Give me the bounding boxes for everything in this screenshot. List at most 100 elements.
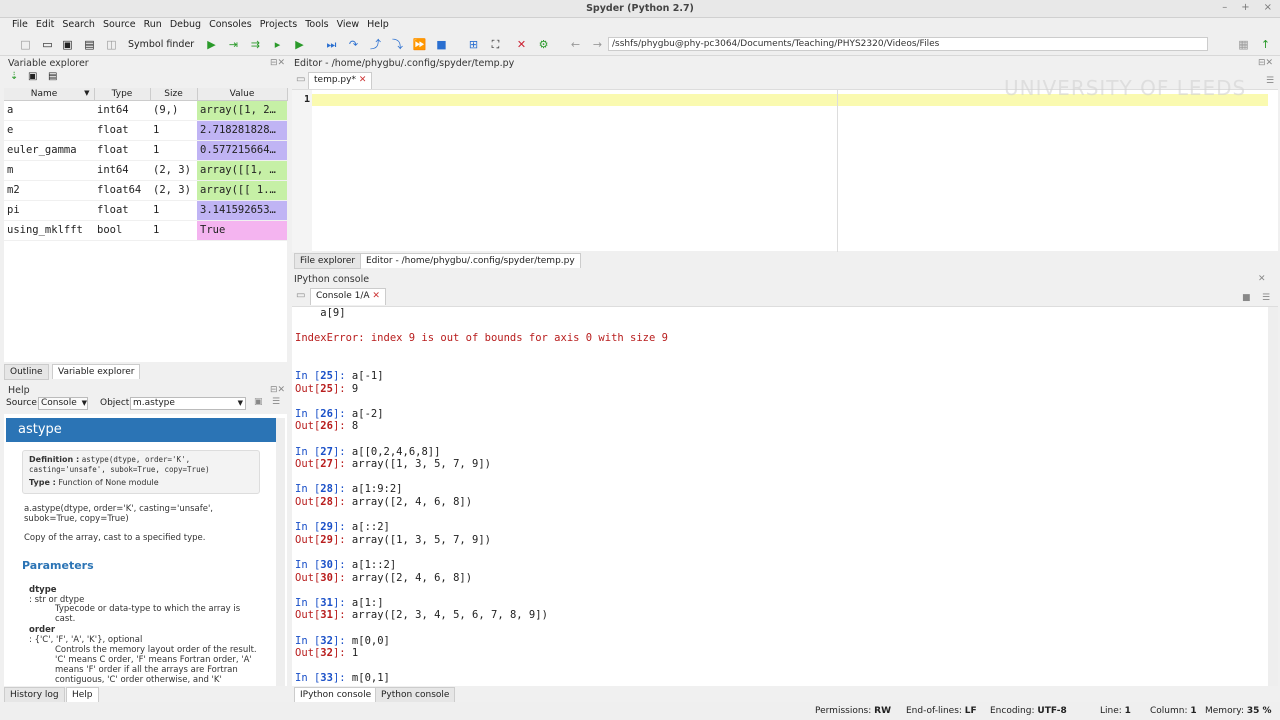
- menu-debug[interactable]: Debug: [166, 18, 205, 34]
- new-file-icon[interactable]: □: [18, 37, 33, 52]
- menu-edit[interactable]: Edit: [32, 18, 58, 34]
- table-row[interactable]: euler_gamma float 1 0.577215664…: [4, 140, 287, 161]
- close-button[interactable]: ×: [1264, 2, 1272, 13]
- browse-tabs-icon[interactable]: ▭: [296, 74, 305, 85]
- tab-variable-explorer[interactable]: Variable explorer: [52, 364, 141, 379]
- step-icon[interactable]: ⏭: [324, 37, 339, 52]
- save-data-icon[interactable]: ▣: [28, 71, 37, 82]
- save-data-as-icon[interactable]: ▤: [48, 71, 57, 82]
- run-selection-icon[interactable]: ▸: [270, 37, 285, 52]
- menu-run[interactable]: Run: [140, 18, 166, 34]
- table-row[interactable]: a int64 (9,) array([1, 2…: [4, 100, 287, 121]
- close-tab-icon[interactable]: ✕: [359, 75, 367, 85]
- source-select[interactable]: Console ▼: [38, 397, 88, 410]
- menu-source[interactable]: Source: [99, 18, 140, 34]
- parameters-heading: Parameters: [22, 559, 94, 572]
- back-icon[interactable]: ←: [568, 37, 583, 52]
- tab-ipython-console[interactable]: IPython console: [294, 687, 378, 702]
- tab-history-log[interactable]: History log: [4, 687, 65, 703]
- help-summary: Copy of the array, cast to a specified t…: [24, 533, 206, 543]
- definition-box: Definition : astype(dtype, order='K', ca…: [22, 450, 260, 494]
- output-line: Out[28]: array([2, 4, 6, 8]): [295, 496, 473, 508]
- maximize-button[interactable]: +: [1241, 2, 1249, 13]
- parent-directory-icon[interactable]: ↑: [1258, 37, 1273, 52]
- console-scrollbar[interactable]: [1268, 307, 1278, 686]
- table-row[interactable]: pi float 1 3.141592653…: [4, 200, 287, 221]
- table-row[interactable]: using_mklfft bool 1 True: [4, 220, 287, 241]
- variable-type: int64: [94, 100, 150, 121]
- menu-consoles[interactable]: Consoles: [205, 18, 256, 34]
- variable-value: array([[ 1.…: [197, 180, 287, 201]
- object-input[interactable]: m.astype ▼: [130, 397, 246, 410]
- lock-icon[interactable]: ▣: [254, 397, 263, 407]
- save-icon[interactable]: ▣: [60, 37, 75, 52]
- input-prompt-line: In [28]: a[1:9:2]: [295, 483, 403, 496]
- step-return-icon[interactable]: ⤴: [368, 37, 383, 52]
- menu-search[interactable]: Search: [58, 18, 99, 34]
- help-scrollbar[interactable]: [276, 418, 285, 686]
- interrupt-kernel-icon[interactable]: ■: [1242, 293, 1251, 303]
- console-undock-icon[interactable]: ✕: [1258, 274, 1266, 284]
- tab-temp-py[interactable]: temp.py* ✕: [308, 72, 373, 89]
- python-path-icon[interactable]: ⚙: [536, 37, 551, 52]
- pane-undock-icon[interactable]: ⊟✕: [270, 58, 285, 68]
- run-cell-icon[interactable]: ⇥: [226, 37, 241, 52]
- stop-debug-icon[interactable]: ■: [434, 37, 449, 52]
- code-editor[interactable]: 1 UNIVERSITY OF LEEDS: [292, 76, 1278, 252]
- working-directory-input[interactable]: /sshfs/phygbu@phy-pc3064/Documents/Teach…: [608, 37, 1208, 51]
- university-watermark: UNIVERSITY OF LEEDS: [1004, 76, 1247, 100]
- tab-help[interactable]: Help: [66, 687, 99, 702]
- tab-console-1a[interactable]: Console 1/A ✕: [310, 288, 386, 305]
- variable-type: float64: [94, 180, 150, 201]
- open-file-icon[interactable]: ▭: [40, 37, 55, 52]
- column-header-value[interactable]: Value: [197, 88, 288, 101]
- forward-icon[interactable]: →: [590, 37, 605, 52]
- variable-table: Name ▼ Type Size Value a int64 (9,) array([…: [4, 88, 288, 241]
- column-header-name[interactable]: Name ▼: [4, 88, 95, 101]
- output-line: Out[30]: array([2, 4, 6, 8]): [295, 571, 473, 584]
- save-all-icon[interactable]: ▤: [82, 37, 97, 52]
- table-row[interactable]: m2 float64 (2, 3) array([[ 1.…: [4, 180, 287, 201]
- tools-icon[interactable]: ✕: [514, 37, 529, 52]
- menu-help[interactable]: Help: [363, 18, 393, 34]
- step-into-icon[interactable]: ↷: [346, 37, 361, 52]
- variable-value: 2.718281828…: [197, 120, 287, 141]
- variable-value: array([1, 2…: [197, 100, 287, 121]
- menu-view[interactable]: View: [333, 18, 364, 34]
- minimize-button[interactable]: –: [1222, 2, 1227, 13]
- close-console-icon[interactable]: ✕: [372, 291, 380, 301]
- output-line: Out[29]: array([1, 3, 5, 7, 9]): [295, 533, 491, 546]
- column-header-type[interactable]: Type: [94, 88, 151, 101]
- column-header-size[interactable]: Size: [150, 88, 198, 101]
- tab-editor-file[interactable]: Editor - /home/phygbu/.config/spyder/tem…: [360, 253, 581, 268]
- help-content: astype Definition : astype(dtype, order=…: [4, 414, 287, 686]
- menu-file[interactable]: File: [8, 18, 32, 34]
- input-prompt-line: In [31]: a[1:]: [295, 596, 384, 609]
- continue-icon[interactable]: ⤵: [390, 37, 405, 52]
- options-icon[interactable]: ☰: [272, 397, 280, 407]
- tab-file-explorer[interactable]: File explorer: [294, 253, 362, 269]
- variable-size: (2, 3): [150, 160, 197, 181]
- help-pane-undock-icon[interactable]: ⊟✕: [270, 385, 285, 395]
- table-row[interactable]: m int64 (2, 3) array([[1, …: [4, 160, 287, 181]
- debug-icon[interactable]: ▶: [292, 37, 307, 52]
- menu-projects[interactable]: Projects: [256, 18, 301, 34]
- tab-outline[interactable]: Outline: [4, 364, 49, 380]
- symbol-finder-button[interactable]: Symbol finder: [128, 39, 194, 50]
- run-icon[interactable]: ▶: [204, 37, 219, 52]
- table-row[interactable]: e float 1 2.718281828…: [4, 120, 287, 141]
- menu-tools[interactable]: Tools: [301, 18, 332, 34]
- input-prompt-line: In [29]: a[::2]: [295, 521, 390, 534]
- continue-execution-icon[interactable]: ⏩: [412, 37, 427, 52]
- maximize-pane-icon[interactable]: ⊞: [466, 37, 481, 52]
- console-browse-tabs-icon[interactable]: ▭: [296, 290, 305, 301]
- preferences-icon[interactable]: ◫: [104, 37, 119, 52]
- run-cell-advance-icon[interactable]: ⇉: [248, 37, 263, 52]
- editor-options-icon[interactable]: ☰: [1266, 76, 1274, 86]
- fullscreen-icon[interactable]: ⛶: [488, 37, 503, 52]
- console-options-icon[interactable]: ☰: [1262, 293, 1270, 303]
- editor-undock-icon[interactable]: ⊟✕: [1258, 58, 1273, 68]
- sort-icon: ▼: [84, 88, 90, 97]
- import-data-icon[interactable]: ⇣: [10, 71, 18, 82]
- browse-folder-icon[interactable]: ▦: [1236, 37, 1251, 52]
